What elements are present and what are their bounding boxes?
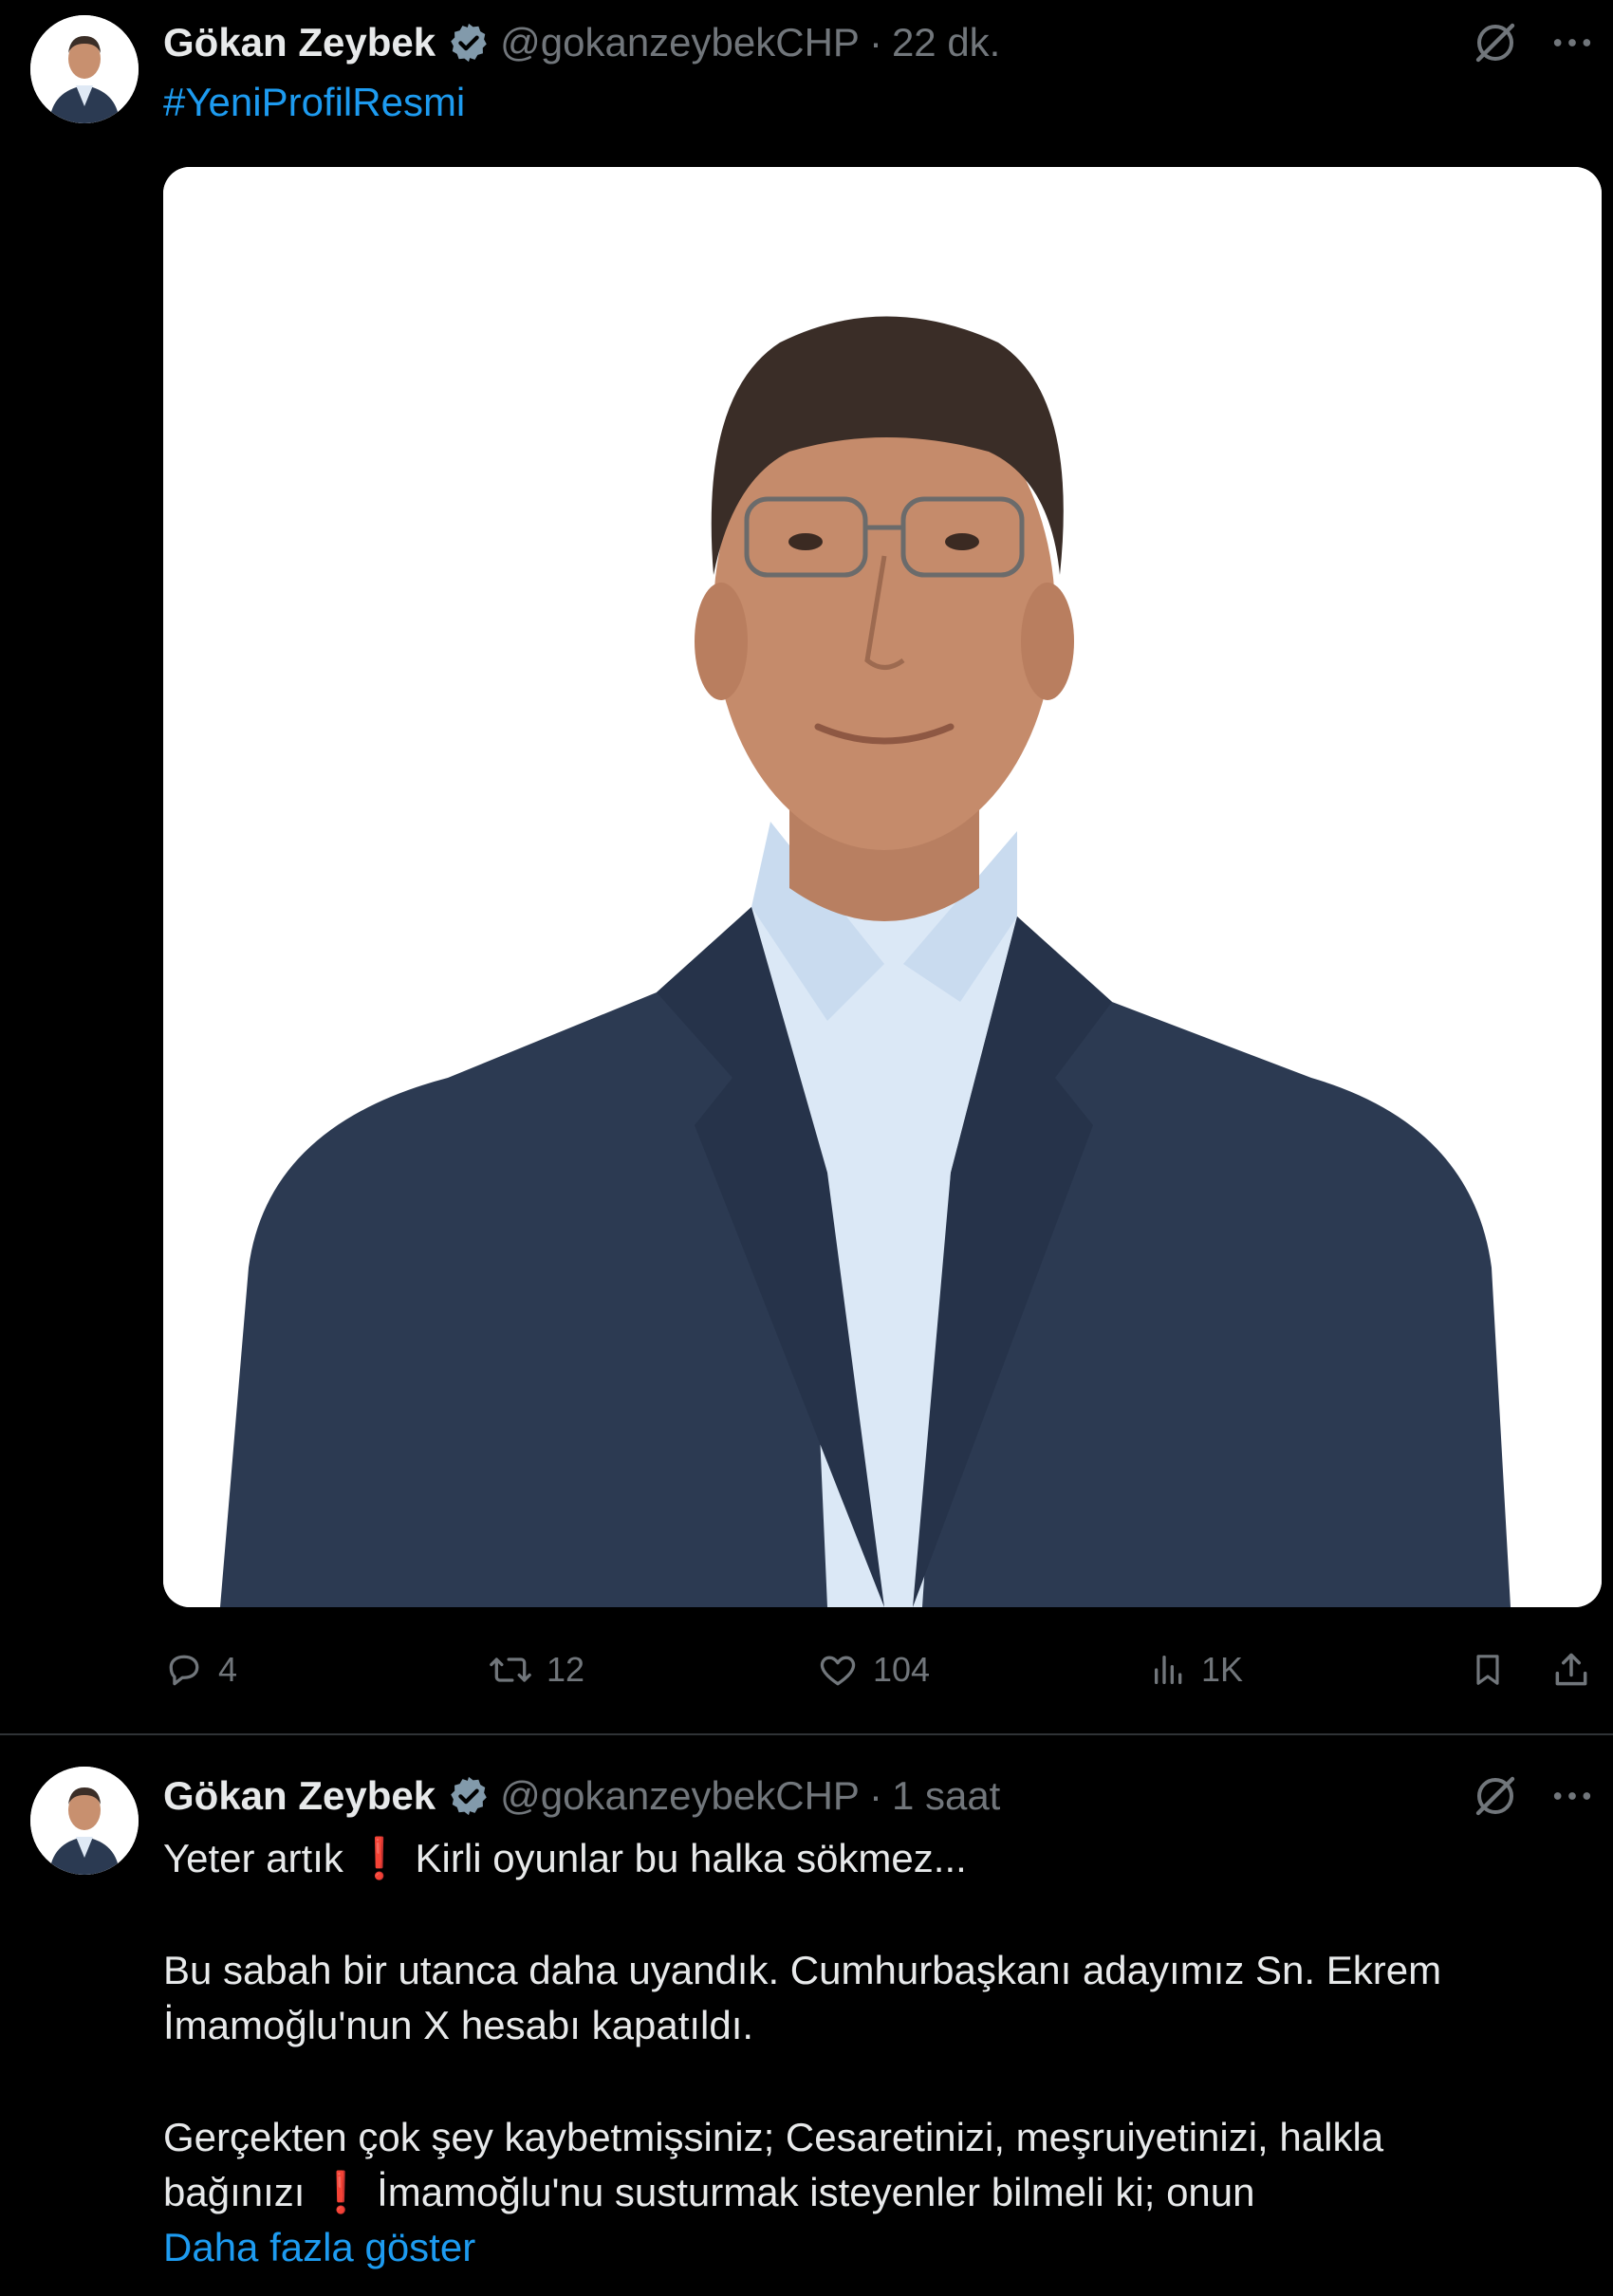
avatar[interactable] [30,1767,139,1875]
text-line-1: Yeter artık ❗ Kirli oyunlar bu halka sök… [163,1836,967,1880]
reply-button[interactable]: 4 [163,1641,237,1698]
verified-badge-icon [451,23,487,63]
tweet-actions: 4 12 104 1K [163,1641,1602,1698]
separator-dot: · [868,20,882,65]
share-button[interactable] [1550,1641,1592,1698]
views-icon [1155,1656,1182,1684]
bookmark-icon [1476,1655,1499,1685]
author-name[interactable]: Gökan Zeybek [163,1773,436,1819]
more-icon[interactable] [1550,21,1594,65]
separator-dot: · [868,1773,882,1818]
exclamation-icon: ❗ [354,1836,404,1880]
author-handle[interactable]: @gokanzeybekCHP [500,1773,860,1819]
text-line-2b: İmamoğlu'nun X hesabı kapatıldı. [163,2003,754,2047]
author-handle[interactable]: @gokanzeybekCHP [500,20,860,65]
tweet-header: Gökan Zeybek @gokanzeybekCHP · 1 saat [163,1772,1000,1820]
exclamation-icon: ❗ [316,2170,366,2214]
repost-icon [490,1657,531,1682]
like-count: 104 [873,1650,931,1689]
text-line-2a: Bu sabah bir utanca daha uyandık. Cumhur… [163,1948,1442,1992]
tweet-divider [0,1733,1613,1735]
views-count: 1K [1201,1650,1244,1689]
tweet-media-image[interactable] [163,167,1602,1607]
like-button[interactable]: 104 [816,1641,930,1698]
grok-icon[interactable] [1473,1773,1518,1819]
grok-icon[interactable] [1473,20,1518,65]
repost-button[interactable]: 12 [488,1641,584,1698]
timestamp[interactable]: 1 saat [892,1773,1000,1819]
hashtag-link[interactable]: #YeniProfilResmi [163,80,465,125]
like-icon [820,1656,856,1686]
verified-badge-icon [451,1776,487,1816]
share-icon [1555,1653,1587,1686]
author-name[interactable]: Gökan Zeybek [163,20,436,65]
show-more-link[interactable]: Daha fazla göster [163,2220,1586,2275]
tweet-top-icons [1473,19,1594,66]
repost-count: 12 [547,1650,585,1689]
reply-icon [169,1655,199,1686]
views-button[interactable]: 1K [1150,1641,1243,1698]
tweet-body: Yeter artık ❗ Kirli oyunlar bu halka sök… [163,1831,1586,2275]
text-line-3a: Gerçekten çok şey kaybetmişsiniz; Cesare… [163,2115,1384,2159]
bookmark-button[interactable] [1469,1641,1507,1698]
reply-count: 4 [218,1650,238,1689]
timestamp[interactable]: 22 dk. [892,20,1000,65]
more-icon[interactable] [1550,1774,1594,1818]
tweet-header: Gökan Zeybek @gokanzeybekCHP · 22 dk. [163,19,1000,66]
tweet-top-icons [1473,1772,1594,1820]
text-line-3b: bağınızı ❗ İmamoğlu'nu susturmak isteyen… [163,2170,1255,2214]
avatar[interactable] [30,15,139,123]
